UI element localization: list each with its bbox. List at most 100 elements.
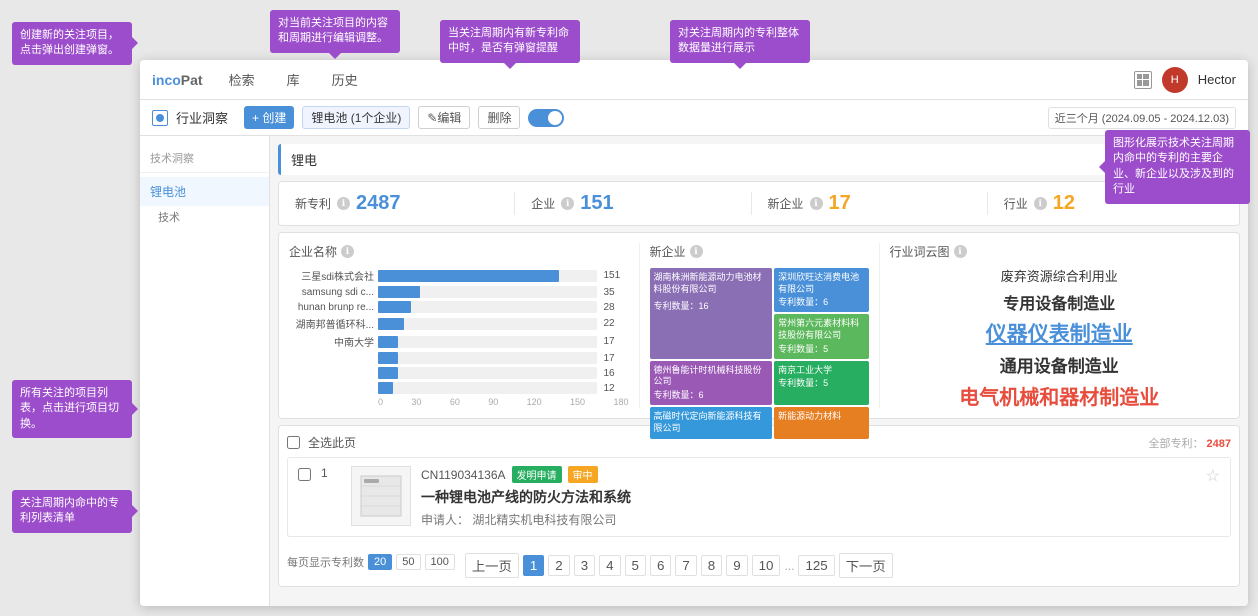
bar-fill-6: [378, 367, 398, 379]
bar-row-6: 16: [289, 367, 629, 379]
page-btn-10[interactable]: 10: [752, 555, 781, 576]
industry-cloud-panel: 行业词云图 ℹ 废弃资源综合利用业 专用设备制造业 仪器仪表制造业: [890, 243, 1230, 408]
bar-fill-4: [378, 336, 398, 348]
prev-page-btn[interactable]: 上一页: [465, 553, 519, 578]
stat-info-icon-1[interactable]: ℹ: [561, 197, 574, 210]
treemap-cell-1[interactable]: 深圳欣旺达消费电池有限公司 专利数量：6: [774, 268, 868, 312]
page-btn-8[interactable]: 8: [701, 555, 722, 576]
page-btn-3[interactable]: 3: [574, 555, 595, 576]
bar-container-1: [378, 286, 597, 298]
pagination-bar: 每页显示专利数 20 50 100 上一页 1 2 3 4 5 6 7: [287, 545, 1231, 578]
word-2: 仪器仪表制造业: [890, 318, 1230, 348]
patent-info-0: CN119034136A 发明申请 审中 一种锂电池产线的防火方法和系统 申请人…: [421, 466, 1196, 528]
sidebar-section: 技术洞察: [140, 144, 269, 173]
logo: incoPat: [152, 72, 203, 88]
stat-info-icon-2[interactable]: ℹ: [810, 197, 823, 210]
industry-cloud-info-icon[interactable]: ℹ: [954, 245, 967, 258]
bar-label-0: 三星sdi株式会社: [289, 268, 374, 283]
new-companies-info-icon[interactable]: ℹ: [690, 245, 703, 258]
sidebar: 技术洞察 锂电池 技术: [140, 136, 270, 606]
company-chart-title: 企业名称 ℹ: [289, 243, 629, 260]
page-btn-9[interactable]: 9: [726, 555, 747, 576]
page-btn-2[interactable]: 2: [548, 555, 569, 576]
bar-fill-2: [378, 301, 411, 313]
bar-fill-3: [378, 318, 404, 330]
next-page-btn[interactable]: 下一页: [839, 553, 893, 578]
bar-num-4: 17: [604, 336, 629, 347]
edit-button[interactable]: ✎编辑: [418, 106, 470, 129]
patent-star-0[interactable]: ☆: [1206, 466, 1220, 528]
page-btn-6[interactable]: 6: [650, 555, 671, 576]
bar-row-0: 三星sdi株式会社 151: [289, 268, 629, 283]
delete-button[interactable]: 删除: [478, 106, 520, 129]
per-page-100[interactable]: 100: [425, 554, 455, 570]
bar-container-5: [378, 352, 597, 364]
subnav-title: 行业洞察: [176, 108, 228, 127]
tag-lithium[interactable]: 锂电池 (1个企业): [302, 106, 410, 129]
page-btn-5[interactable]: 5: [625, 555, 646, 576]
bar-num-3: 22: [604, 318, 629, 329]
company-chart-info-icon[interactable]: ℹ: [341, 245, 354, 258]
app-window: incoPat 检索 库 历史 H Hector 行业洞察 + 创建 锂电池 (…: [140, 60, 1248, 606]
industry-cloud-title: 行业词云图 ℹ: [890, 243, 1230, 260]
page-btn-7[interactable]: 7: [675, 555, 696, 576]
stat-label-2: 新企业: [768, 195, 804, 212]
word-cloud: 废弃资源综合利用业 专用设备制造业 仪器仪表制造业 通用设备制造业 电气机械和器: [890, 268, 1230, 408]
date-range[interactable]: 近三个月 (2024.09.05 - 2024.12.03): [1048, 107, 1236, 129]
nav-history[interactable]: 历史: [326, 66, 364, 93]
patent-num-0: 1: [321, 466, 341, 528]
stat-info-icon-3[interactable]: ℹ: [1034, 197, 1047, 210]
select-all-label: 全选此页: [308, 434, 356, 451]
per-page-50[interactable]: 50: [396, 554, 420, 570]
stat-value-0: 2487: [356, 192, 401, 215]
nav-library[interactable]: 库: [281, 66, 306, 93]
treemap-cell-0[interactable]: 湖南株洲新能源动力电池材料股份有限公司 专利数量：16: [650, 268, 773, 359]
nav-search[interactable]: 检索: [223, 66, 261, 93]
content-area: 锂电 新专利 ℹ 2487 企业 ℹ 151 新企业 ℹ 17: [270, 136, 1248, 606]
stat-new-patent: 新专利 ℹ 2487: [295, 192, 515, 215]
bar-label-3: 湖南邦普循环科...: [289, 316, 374, 331]
bar-container-6: [378, 367, 597, 379]
avatar: H: [1162, 67, 1188, 93]
stat-value-2: 17: [829, 192, 851, 215]
treemap-cell-4[interactable]: 南京工业大学 专利数量：5: [774, 361, 868, 405]
page-btn-last[interactable]: 125: [798, 555, 834, 576]
patent-id-row-0: CN119034136A 发明申请 审中: [421, 466, 1196, 483]
treemap-cell-5[interactable]: 高磁时代定向新能源科技有限公司: [650, 407, 773, 438]
bar-row-4: 中南大学 17: [289, 334, 629, 349]
tooltip-chart: 图形化展示技术关注周期内命中的专利的主要企业、新企业以及涉及到的行业: [1105, 130, 1250, 204]
sidebar-item-tech[interactable]: 技术: [140, 206, 269, 228]
treemap-cell-2[interactable]: 常州第六元素材料科技股份有限公司 专利数量：5: [774, 314, 868, 358]
page-btn-1[interactable]: 1: [523, 555, 544, 576]
alert-toggle[interactable]: [528, 109, 564, 127]
patent-thumbnail-0: [351, 466, 411, 526]
per-page-20[interactable]: 20: [368, 554, 392, 570]
bar-num-0: 151: [604, 270, 629, 281]
stat-value-1: 151: [580, 192, 613, 215]
select-all-checkbox[interactable]: [287, 436, 300, 449]
stat-new-company: 新企业 ℹ 17: [752, 192, 988, 215]
treemap-cell-3[interactable]: 德州鲁能计时机械科技股份公司 专利数量：6: [650, 361, 773, 405]
bar-container-0: [378, 270, 597, 282]
bar-row-2: hunan brunp re... 28: [289, 301, 629, 313]
page-btn-4[interactable]: 4: [599, 555, 620, 576]
patent-checkbox-0[interactable]: [298, 468, 311, 481]
bar-container-4: [378, 336, 597, 348]
bar-container-3: [378, 318, 597, 330]
page-ellipsis: ...: [784, 559, 794, 573]
sidebar-item-lithium[interactable]: 锂电池: [140, 177, 269, 206]
create-button[interactable]: + 创建: [244, 106, 294, 129]
nav-grid-icon[interactable]: [1134, 71, 1152, 89]
bar-fill-0: [378, 270, 559, 282]
stat-label-0: 新专利: [295, 195, 331, 212]
stat-info-icon-0[interactable]: ℹ: [337, 197, 350, 210]
word-1: 专用设备制造业: [890, 290, 1230, 314]
treemap-cell-6[interactable]: 新能源动力材料: [774, 407, 868, 438]
patent-title-0[interactable]: 一种锂电池产线的防火方法和系统: [421, 487, 1196, 507]
tooltip-edit: 对当前关注项目的内容和周期进行编辑调整。: [270, 10, 400, 53]
tooltip-create: 创建新的关注项目，点击弹出创建弹窗。: [12, 22, 132, 65]
per-page-section: 每页显示专利数 20 50 100: [287, 554, 455, 570]
bar-row-7: 12: [289, 382, 629, 394]
charts-section: 企业名称 ℹ 三星sdi株式会社 151 samsung sdi c...: [278, 232, 1240, 419]
stat-company: 企业 ℹ 151: [515, 192, 751, 215]
